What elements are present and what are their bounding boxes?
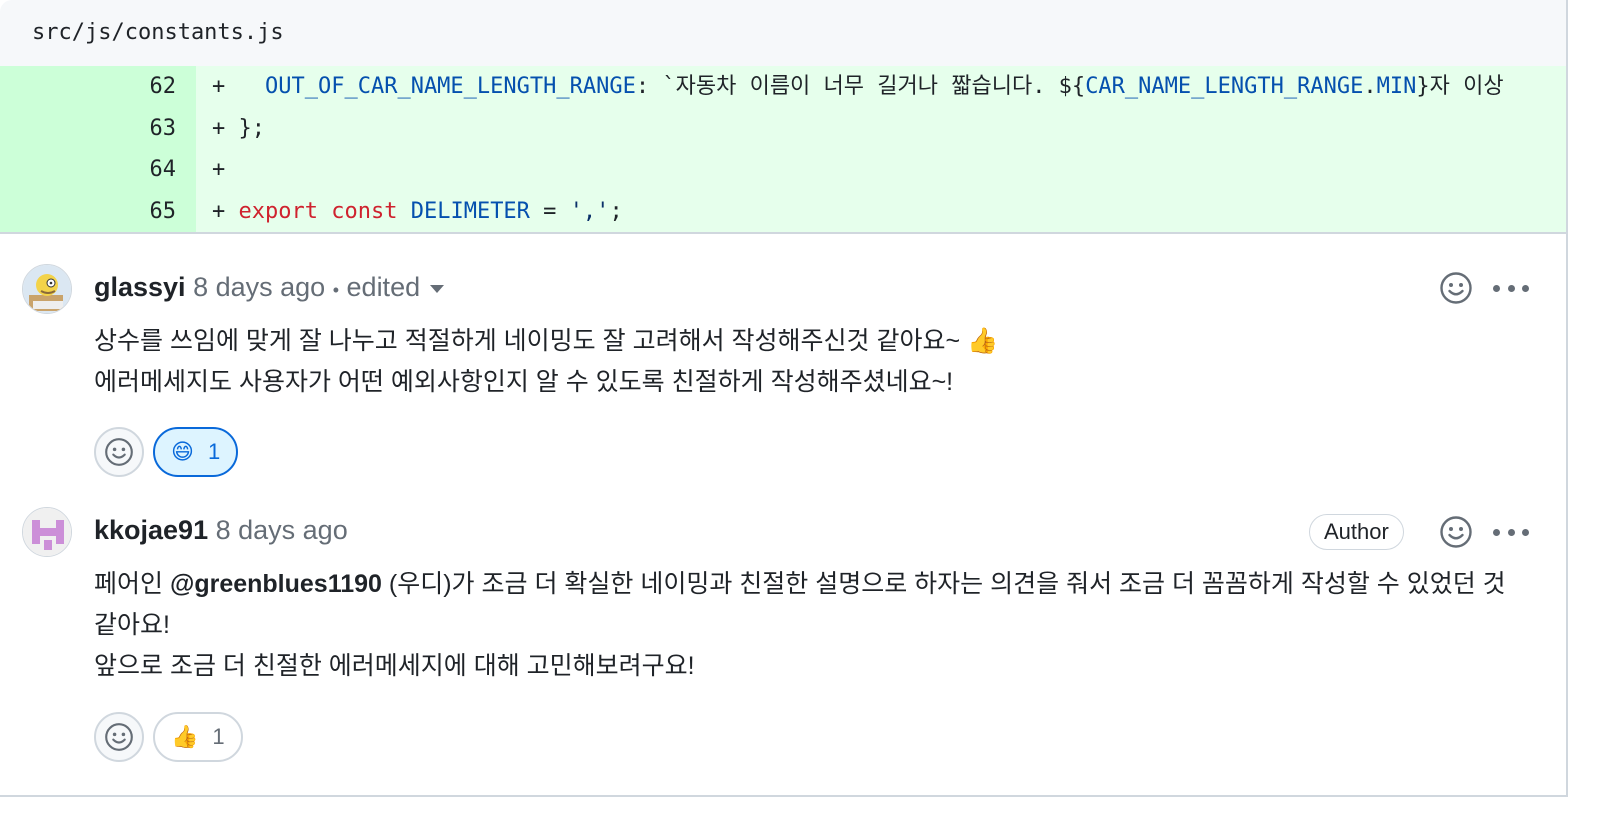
identicon-avatar-icon: [23, 508, 71, 556]
diff-line: 62 + OUT_OF_CAR_NAME_LENGTH_RANGE: `자동차 …: [0, 66, 1566, 108]
author-name[interactable]: glassyi: [94, 272, 186, 302]
diff-hunk: 62 + OUT_OF_CAR_NAME_LENGTH_RANGE: `자동차 …: [0, 66, 1566, 234]
add-reaction-button[interactable]: [94, 712, 144, 762]
comment-timestamp[interactable]: 8 days ago: [216, 515, 348, 545]
author-badge: Author: [1309, 514, 1404, 550]
user-mention-link[interactable]: @greenblues1190: [170, 570, 382, 598]
comment-body: 상수를 쓰임에 맞게 잘 나누고 적절하게 네이밍도 잘 고려해서 작성해주신것…: [94, 321, 1534, 403]
comment-text: 페어인: [94, 570, 170, 598]
reaction-count: 1: [207, 439, 221, 464]
thumbs-up-emoji-icon: 👍: [171, 724, 199, 749]
author-name[interactable]: kkojae91: [94, 515, 208, 545]
laugh-emoji-icon: 😄: [171, 439, 194, 464]
comment-text-line: 페어인 @greenblues1190 (우디)가 조금 더 확실한 네이밍과 …: [94, 564, 1534, 646]
reaction-laugh-button[interactable]: 😄 1: [153, 427, 239, 477]
reaction-count: 1: [212, 724, 225, 749]
code-line: + };: [196, 107, 1566, 149]
line-number[interactable]: 65: [0, 190, 196, 232]
line-number[interactable]: 63: [0, 107, 196, 149]
file-header: src/js/constants.js: [0, 0, 1566, 66]
code-line: + export const DELIMETER = ',';: [196, 190, 1566, 232]
add-reaction-button[interactable]: [94, 427, 144, 477]
separator-dot: •: [332, 280, 340, 300]
code-line: +: [196, 149, 1566, 191]
comment-header: glassyi 8 days ago • edited: [94, 270, 445, 307]
smiley-icon: [105, 438, 133, 466]
homer-avatar-icon: [23, 265, 71, 313]
avatar[interactable]: [22, 264, 72, 314]
diff-line: 64 +: [0, 149, 1566, 191]
comment-timestamp[interactable]: 8 days ago: [193, 272, 325, 302]
comment-header: kkojae91 8 days ago: [94, 513, 348, 547]
comment-text-line: 에러메세지도 사용자가 어떤 예외사항인지 알 수 있도록 친절하게 작성해주셨…: [94, 368, 954, 396]
code-line: + OUT_OF_CAR_NAME_LENGTH_RANGE: `자동차 이름이…: [196, 66, 1566, 108]
more-options-icon[interactable]: [1493, 527, 1529, 537]
line-number[interactable]: 62: [0, 66, 196, 108]
edited-label[interactable]: edited: [347, 272, 421, 302]
chevron-down-icon[interactable]: [430, 284, 445, 293]
comment-body: 페어인 @greenblues1190 (우디)가 조금 더 확실한 네이밍과 …: [94, 564, 1534, 687]
add-reaction-button[interactable]: [1439, 515, 1473, 549]
smiley-icon: [1440, 272, 1472, 304]
review-thread-panel: src/js/constants.js 62 + OUT_OF_CAR_NAME…: [0, 0, 1568, 797]
file-path[interactable]: src/js/constants.js: [32, 20, 284, 45]
comment-text-line: 앞으로 조금 더 친절한 에러메세지에 대해 고민해보려구요!: [94, 652, 695, 680]
smiley-icon: [105, 723, 133, 751]
more-options-icon[interactable]: [1493, 283, 1529, 293]
avatar[interactable]: [22, 507, 72, 557]
reaction-thumbs-up-button[interactable]: 👍 1: [153, 712, 243, 762]
smiley-icon: [1440, 516, 1472, 548]
diff-line: 63 + };: [0, 107, 1566, 149]
comment-text-line: 상수를 쓰임에 맞게 잘 나누고 적절하게 네이밍도 잘 고려해서 작성해주신것…: [94, 327, 999, 355]
line-number[interactable]: 64: [0, 149, 196, 191]
add-reaction-button[interactable]: [1439, 271, 1473, 305]
diff-line: 65 + export const DELIMETER = ',';: [0, 190, 1566, 232]
